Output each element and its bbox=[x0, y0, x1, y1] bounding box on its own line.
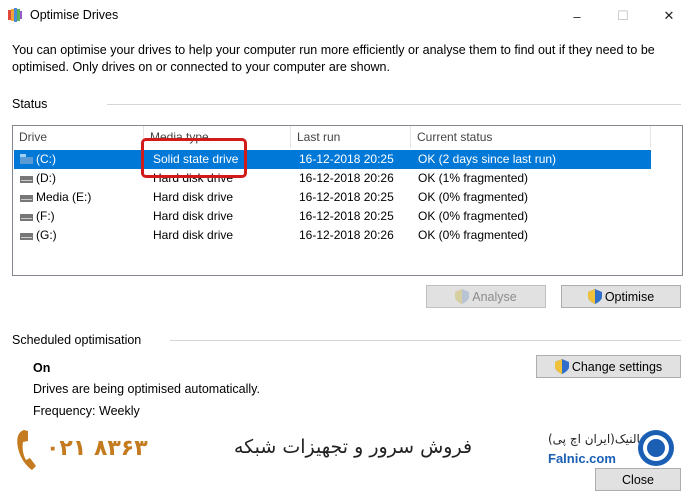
maximize-icon: ☐ bbox=[617, 8, 629, 23]
drive-row-g[interactable]: (G:) Hard disk drive 16-12-2018 20:26 OK… bbox=[14, 226, 651, 245]
watermark-tagline: فروش سرور و تجهیزات شبکه bbox=[234, 436, 473, 458]
hard-drive-icon bbox=[20, 176, 33, 183]
defrag-app-icon bbox=[8, 8, 22, 22]
brand-name-fa: فالنیک(ایران اچ پی) bbox=[548, 432, 646, 446]
drive-name: Media (E:) bbox=[36, 190, 92, 204]
drive-name: (G:) bbox=[36, 228, 57, 242]
last-run: 16-12-2018 20:25 bbox=[299, 209, 394, 223]
last-run: 16-12-2018 20:26 bbox=[299, 171, 394, 185]
column-header-drive[interactable]: Drive bbox=[13, 126, 144, 148]
close-label: Close bbox=[622, 472, 654, 487]
brand-url: Falnic.com bbox=[548, 451, 616, 466]
optimise-button[interactable]: Optimise bbox=[561, 285, 681, 308]
close-window-button[interactable]: ✕ bbox=[646, 0, 692, 32]
uac-shield-icon bbox=[554, 359, 569, 374]
current-status: OK (1% fragmented) bbox=[418, 171, 529, 185]
close-button[interactable]: Close bbox=[595, 468, 681, 491]
phone-icon bbox=[17, 430, 36, 470]
hard-drive-icon bbox=[20, 214, 33, 221]
analyse-label: Analyse bbox=[472, 289, 517, 304]
falnic-logo-icon bbox=[638, 430, 674, 466]
column-header-current-status[interactable]: Current status bbox=[411, 126, 651, 148]
system-drive-icon bbox=[20, 154, 33, 164]
current-status: OK (0% fragmented) bbox=[418, 190, 529, 204]
scheduled-section-label: Scheduled optimisation bbox=[12, 333, 142, 347]
media-type: Hard disk drive bbox=[153, 190, 234, 204]
scheduled-divider bbox=[170, 340, 681, 341]
optimise-label: Optimise bbox=[604, 289, 655, 304]
media-type-highlight-box bbox=[141, 138, 247, 178]
schedule-frequency: Frequency: Weekly bbox=[33, 404, 140, 418]
drive-row-f[interactable]: (F:) Hard disk drive 16-12-2018 20:25 OK… bbox=[14, 207, 651, 226]
last-run: 16-12-2018 20:25 bbox=[299, 190, 394, 204]
analyse-button[interactable]: Analyse bbox=[426, 285, 546, 308]
window-title: Optimise Drives bbox=[30, 8, 119, 22]
description-text: You can optimise your drives to help you… bbox=[12, 43, 655, 74]
minimize-button[interactable]: – bbox=[554, 0, 600, 32]
change-settings-label: Change settings bbox=[571, 359, 663, 374]
current-status: OK (0% fragmented) bbox=[418, 209, 529, 223]
media-type: Hard disk drive bbox=[153, 209, 234, 223]
current-status: OK (2 days since last run) bbox=[418, 152, 557, 166]
last-run: 16-12-2018 20:26 bbox=[299, 228, 394, 242]
close-icon: ✕ bbox=[663, 8, 675, 23]
minimize-icon: – bbox=[573, 8, 581, 24]
title-bar: Optimise Drives – ☐ ✕ bbox=[0, 0, 694, 32]
drive-row-d[interactable]: (D:) Hard disk drive 16-12-2018 20:26 OK… bbox=[14, 169, 651, 188]
change-settings-button[interactable]: Change settings bbox=[536, 355, 681, 378]
phone-number: ۰۲۱ ۸۳۶۳ bbox=[46, 436, 148, 461]
uac-shield-icon bbox=[587, 289, 602, 304]
hard-drive-icon bbox=[20, 195, 33, 202]
media-type: Hard disk drive bbox=[153, 228, 234, 242]
drive-row-c[interactable]: (C:) Solid state drive 16-12-2018 20:25 … bbox=[14, 150, 651, 169]
column-header-last-run[interactable]: Last run bbox=[291, 126, 411, 148]
last-run: 16-12-2018 20:25 bbox=[299, 152, 394, 166]
drives-list[interactable]: Drive Media type Last run Current status… bbox=[12, 125, 683, 276]
status-section-label: Status bbox=[12, 97, 48, 111]
schedule-state: On bbox=[33, 361, 51, 375]
hard-drive-icon bbox=[20, 233, 33, 240]
drive-name: (F:) bbox=[36, 209, 55, 223]
uac-shield-icon bbox=[455, 289, 470, 304]
drive-row-e[interactable]: Media (E:) Hard disk drive 16-12-2018 20… bbox=[14, 188, 651, 207]
drive-name: (D:) bbox=[36, 171, 56, 185]
drive-name: (C:) bbox=[36, 152, 56, 166]
schedule-info: Drives are being optimised automatically… bbox=[33, 382, 260, 396]
current-status: OK (0% fragmented) bbox=[418, 228, 529, 242]
status-divider bbox=[107, 104, 681, 105]
maximize-button[interactable]: ☐ bbox=[600, 0, 646, 32]
